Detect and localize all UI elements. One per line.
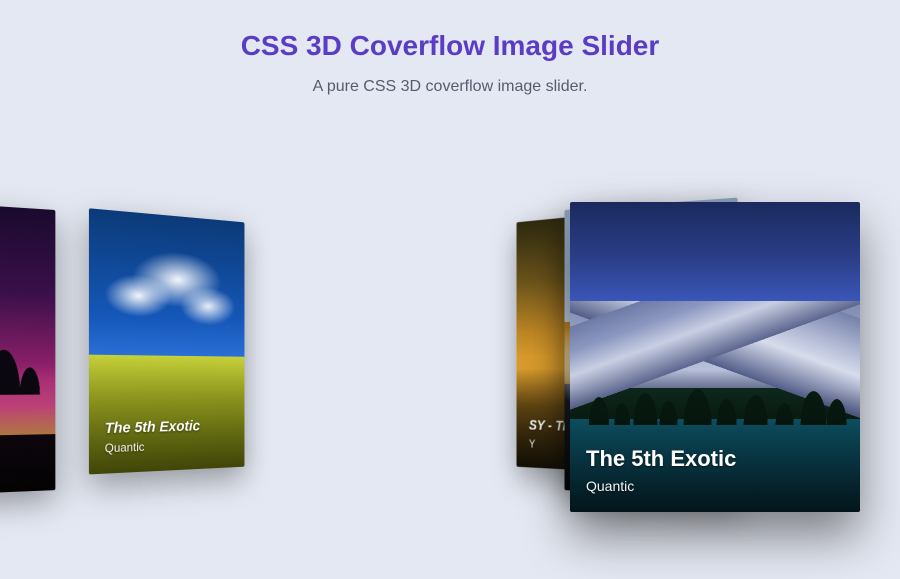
- slide-artist: Quantic: [586, 478, 844, 494]
- slide-title: The 5th Exotic: [105, 417, 231, 437]
- page-subtitle: A pure CSS 3D coverflow image slider.: [0, 78, 900, 96]
- coverflow-slider[interactable]: The 5th Exotic Quantic The 5th Exotic Qu…: [0, 210, 900, 550]
- slide-left[interactable]: The 5th Exotic Quantic: [0, 198, 55, 499]
- slide-title: The 5th Exotic: [586, 446, 844, 472]
- slide-center[interactable]: The 5th Exotic Quantic: [570, 202, 860, 512]
- slide-artist: Quantic: [0, 460, 39, 479]
- page-title: CSS 3D Coverflow Image Slider: [0, 30, 900, 62]
- slide-artist: Quantic: [105, 437, 231, 455]
- slide-title: The 5th Exotic: [0, 439, 39, 460]
- slide-far-left[interactable]: The 5th Exotic Quantic: [89, 208, 244, 474]
